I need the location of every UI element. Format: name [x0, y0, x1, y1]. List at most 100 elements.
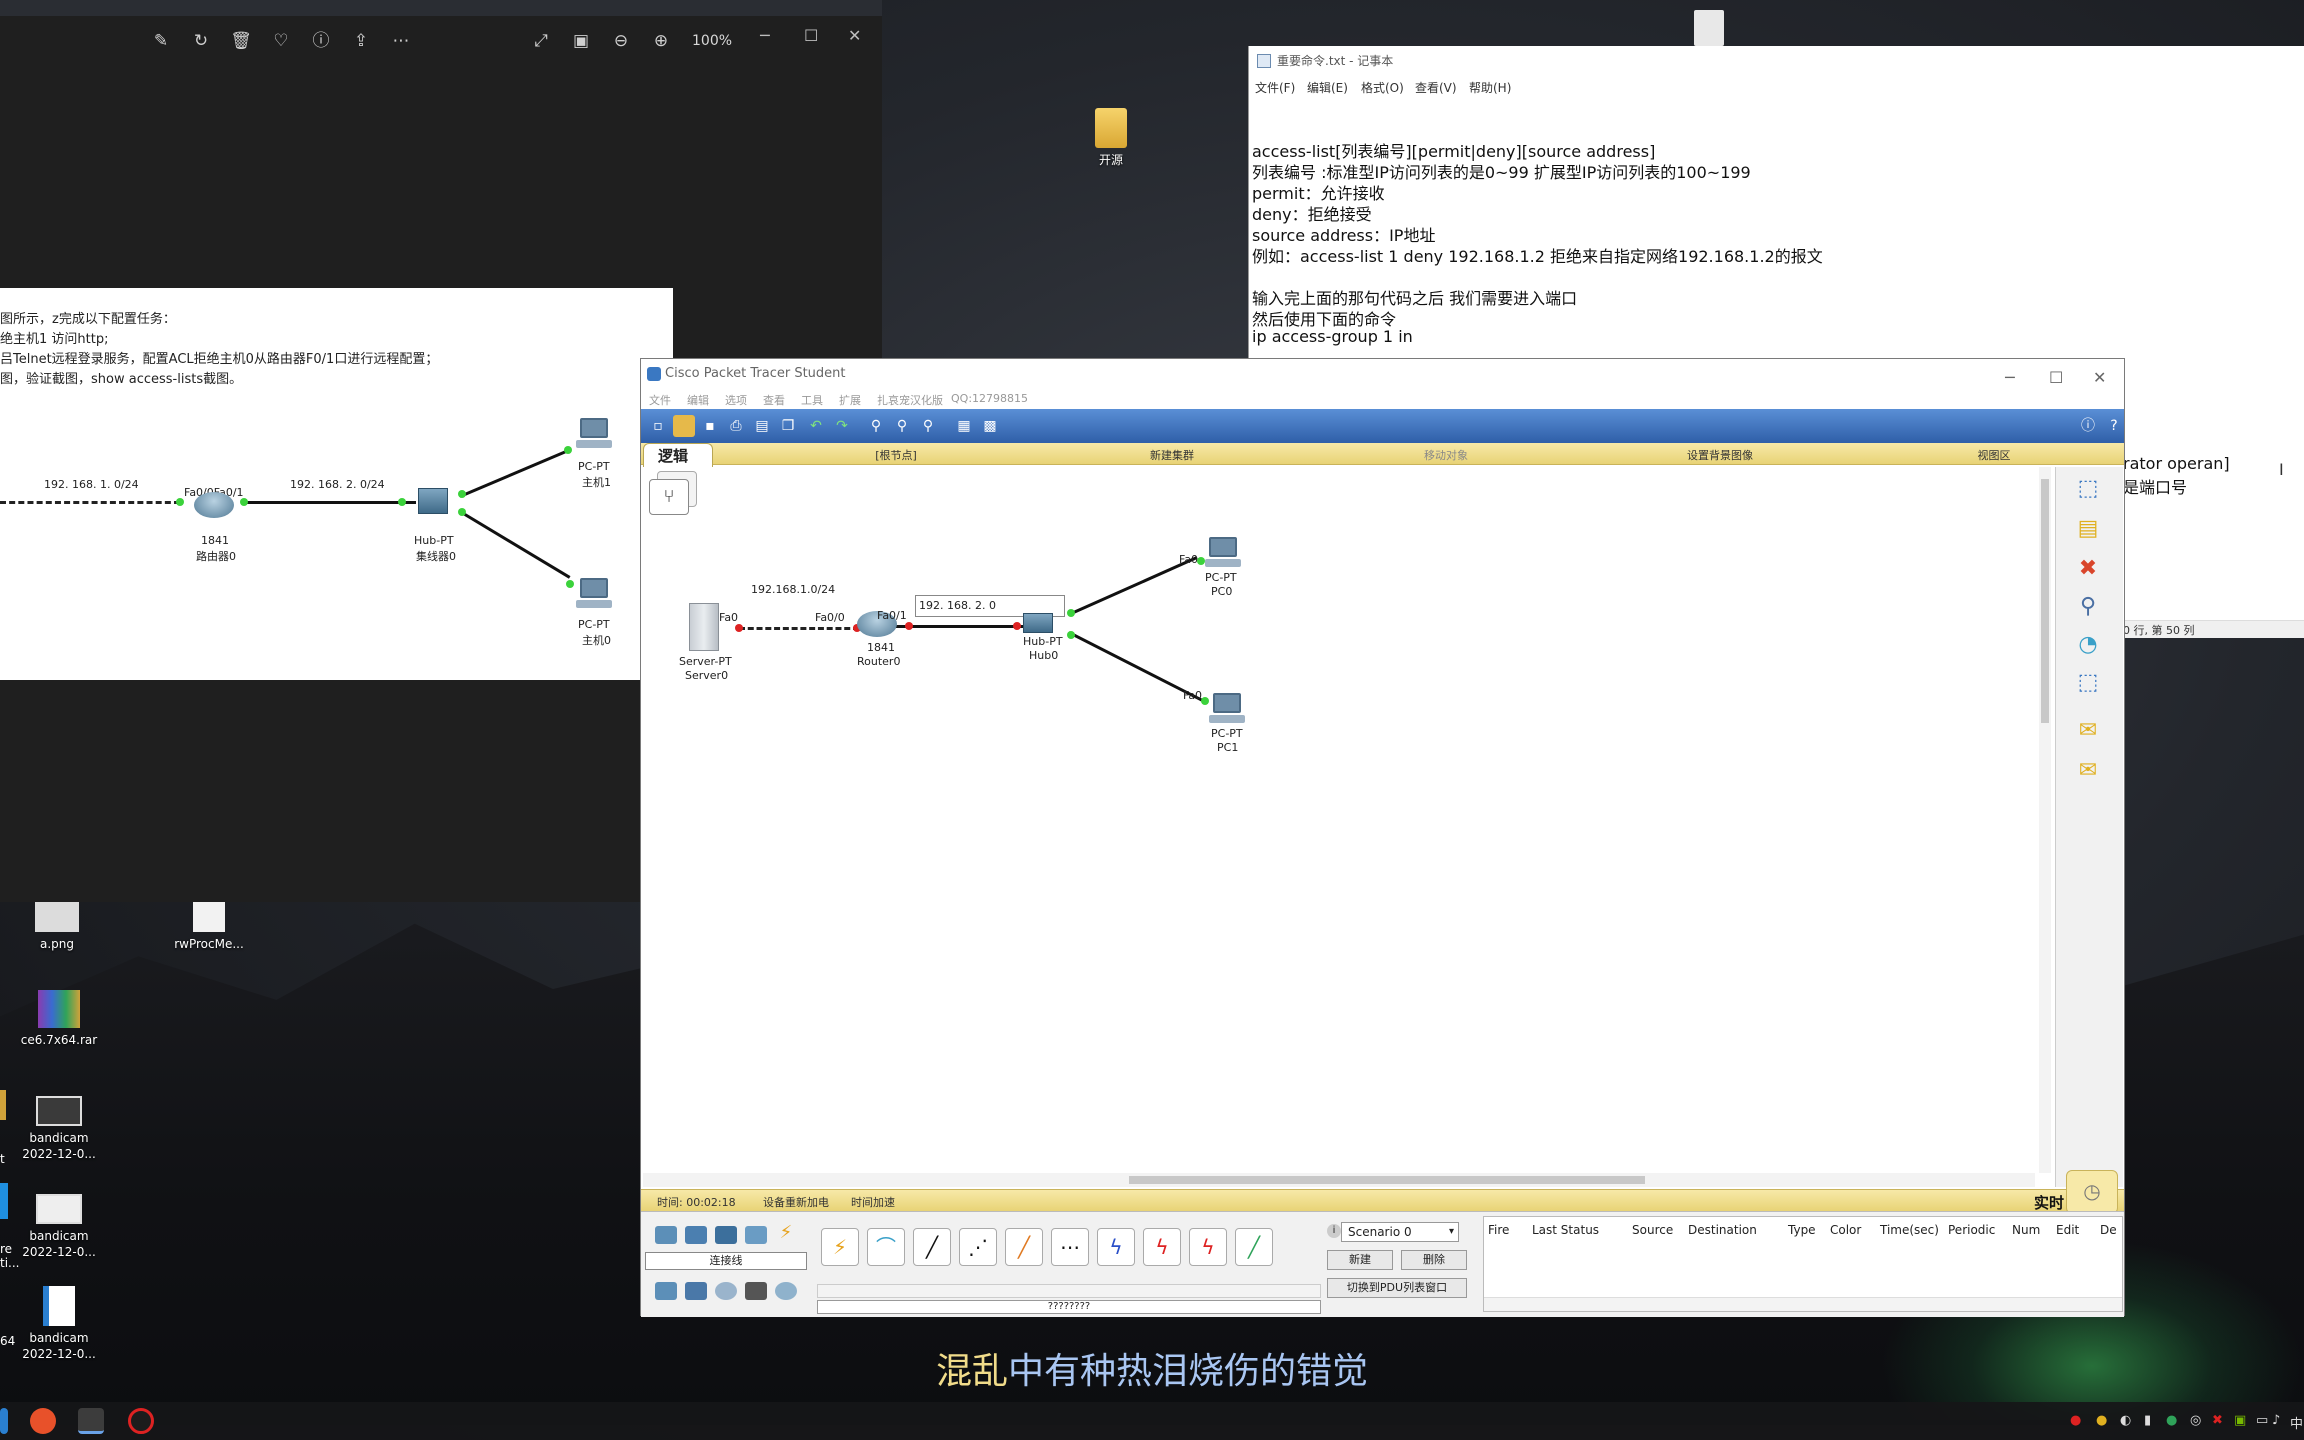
expand-icon[interactable]: ⤢: [530, 30, 552, 52]
wechat-icon[interactable]: ●: [2166, 1413, 2177, 1428]
serial-dte-icon[interactable]: ϟ: [1189, 1228, 1227, 1266]
desktop-folder[interactable]: 开源: [1056, 108, 1166, 168]
menu-extensions[interactable]: 扩展: [839, 392, 861, 408]
end-devices-category-icon[interactable]: [655, 1282, 677, 1300]
palette-icon[interactable]: ▦: [953, 415, 975, 437]
nvidia-icon[interactable]: ▣: [2234, 1413, 2246, 1428]
select-icon[interactable]: ⬚: [2070, 473, 2106, 505]
minimize-button[interactable]: ─: [760, 26, 770, 45]
recorder-app-icon[interactable]: [128, 1408, 154, 1434]
security-category-icon[interactable]: [685, 1282, 707, 1300]
fit-icon[interactable]: ▣: [570, 30, 592, 52]
scrollbar-thumb[interactable]: [2041, 479, 2049, 723]
console-cable-icon[interactable]: ⌒: [867, 1228, 905, 1266]
menu-tools[interactable]: 工具: [801, 392, 823, 408]
share-icon[interactable]: ⇪: [350, 30, 372, 52]
info-icon[interactable]: ⓘ: [2077, 415, 2099, 437]
root-node[interactable]: [根节点]: [821, 447, 971, 463]
open-folder-icon[interactable]: [673, 415, 695, 437]
server-icon[interactable]: [689, 603, 719, 651]
auto-connection-icon[interactable]: ⚡: [821, 1228, 859, 1266]
rotate-icon[interactable]: ↻: [190, 30, 212, 52]
tab-logical[interactable]: 逻辑: [643, 443, 713, 469]
note-icon[interactable]: ▤: [2070, 513, 2106, 545]
menu-view[interactable]: 查看: [763, 392, 785, 408]
menu-edit[interactable]: 编辑(E): [1307, 79, 1348, 96]
octal-cable-icon[interactable]: ╱: [1235, 1228, 1273, 1266]
pc-icon[interactable]: [1205, 537, 1241, 569]
zoom-out-icon[interactable]: ⚲: [917, 415, 939, 437]
undo-icon[interactable]: ↶: [805, 415, 827, 437]
menu-edit[interactable]: 编辑: [687, 392, 709, 408]
packet-tracer-taskbar-icon[interactable]: [78, 1408, 104, 1434]
delete-icon[interactable]: 🗑: [230, 30, 252, 52]
input-method-indicator[interactable]: 中: [2290, 1413, 2303, 1432]
realtime-clock-icon[interactable]: ◷: [2066, 1170, 2118, 1214]
workspace-horizontal-scrollbar[interactable]: [643, 1173, 2035, 1187]
copper-straight-icon[interactable]: ╱: [913, 1228, 951, 1266]
desktop-icon[interactable]: a.png: [2, 902, 112, 952]
maximize-button[interactable]: ☐: [804, 26, 818, 45]
tray-app-icon[interactable]: ◐: [2120, 1413, 2131, 1428]
more-icon[interactable]: ⋯: [390, 30, 412, 52]
viewport[interactable]: 视图区: [1919, 447, 2069, 463]
browser-app-icon[interactable]: [30, 1408, 56, 1434]
scenario-select[interactable]: Scenario 0 ▾: [1341, 1222, 1459, 1242]
realtime-mode-label[interactable]: 实时: [2034, 1192, 2064, 1213]
zoom-in-icon[interactable]: ⚲: [865, 415, 887, 437]
tray-app-icon[interactable]: ◎: [2190, 1413, 2201, 1428]
zoom-in-icon[interactable]: ⊕: [650, 30, 672, 52]
zoom-reset-icon[interactable]: ⚲: [891, 415, 913, 437]
hub-icon[interactable]: [1023, 613, 1053, 633]
edit-icon[interactable]: ✎: [150, 30, 172, 52]
redo-icon[interactable]: ↷: [831, 415, 853, 437]
pdu-table-scrollbar[interactable]: [1484, 1297, 2122, 1311]
logical-workspace[interactable]: ⑂ Fa0 Server-PT Server0 192.168.1.0/24 F…: [643, 467, 2035, 1173]
tray-app-icon[interactable]: ●: [2096, 1413, 2107, 1428]
toggle-pdu-list-button[interactable]: 切换到PDU列表窗口: [1327, 1278, 1467, 1298]
cluster-icon[interactable]: ⑂: [649, 479, 689, 515]
menu-file[interactable]: 文件: [649, 392, 671, 408]
wan-emulation-category-icon[interactable]: [715, 1282, 737, 1300]
copy-icon[interactable]: ❐: [777, 415, 799, 437]
complex-pdu-icon[interactable]: ✉: [2070, 755, 2106, 787]
network-icon[interactable]: ▭: [2256, 1413, 2268, 1428]
hubs-category-icon[interactable]: [715, 1226, 737, 1244]
start-icon[interactable]: [0, 1408, 8, 1434]
tray-app-icon[interactable]: ✖: [2212, 1413, 2223, 1428]
routers-category-icon[interactable]: [655, 1226, 677, 1244]
power-cycle-button[interactable]: 设备重新加电: [763, 1194, 829, 1210]
phone-cable-icon[interactable]: ⋯: [1051, 1228, 1089, 1266]
zoom-out-icon[interactable]: ⊖: [610, 30, 632, 52]
activity-wizard-icon[interactable]: ▤: [751, 415, 773, 437]
new-cluster[interactable]: 新建集群: [1097, 447, 1247, 463]
document-icon[interactable]: [1694, 10, 1724, 46]
resize-shape-icon[interactable]: ⬚: [2070, 667, 2106, 699]
menu-view[interactable]: 查看(V): [1415, 79, 1457, 96]
set-background[interactable]: 设置背景图像: [1645, 447, 1795, 463]
coaxial-icon[interactable]: ϟ: [1097, 1228, 1135, 1266]
new-file-icon[interactable]: ▫: [647, 415, 669, 437]
favorite-icon[interactable]: ♡: [270, 30, 292, 52]
save-icon[interactable]: ▪: [699, 415, 721, 437]
delete-icon[interactable]: ✖: [2070, 553, 2106, 585]
info-icon[interactable]: ⓘ: [310, 30, 332, 52]
copper-cross-icon[interactable]: ⋰: [959, 1228, 997, 1266]
help-icon[interactable]: ?: [2103, 415, 2125, 437]
desktop-icon[interactable]: bandicam 2022-12-0...: [4, 1286, 114, 1362]
custom-devices-icon[interactable]: ▩: [979, 415, 1001, 437]
custom-category-icon[interactable]: [745, 1282, 767, 1300]
menu-help[interactable]: 帮助(H): [1469, 79, 1511, 96]
connections-scrollbar[interactable]: [817, 1284, 1321, 1298]
menu-options[interactable]: 选项: [725, 392, 747, 408]
usb-icon[interactable]: ▮: [2144, 1413, 2151, 1428]
workspace-vertical-scrollbar[interactable]: [2039, 467, 2051, 1173]
close-button[interactable]: ✕: [848, 26, 861, 45]
connections-category-icon[interactable]: ⚡: [775, 1224, 797, 1242]
move-object[interactable]: 移动对象: [1371, 447, 1521, 463]
pc-icon[interactable]: [1209, 693, 1245, 725]
serial-dce-icon[interactable]: ϟ: [1143, 1228, 1181, 1266]
scrollbar-thumb[interactable]: [1129, 1176, 1645, 1184]
desktop-icon[interactable]: ce6.7x64.rar: [4, 990, 114, 1048]
fiber-icon[interactable]: ╱: [1005, 1228, 1043, 1266]
